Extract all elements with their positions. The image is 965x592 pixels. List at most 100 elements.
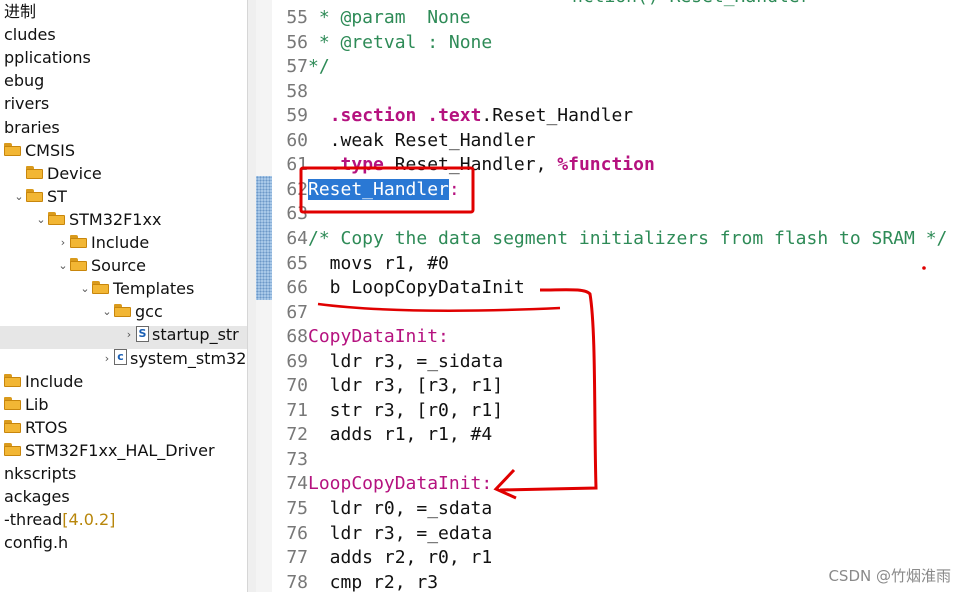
code-text: .section .text.Reset_Handler [329, 105, 634, 127]
code-line: 61 .type Reset_Handler, %function [272, 153, 655, 178]
tree-item-label: rivers [4, 94, 50, 114]
tree-item-label: STM32F1xx_HAL_Driver [25, 440, 215, 460]
code-line: 59 .section .text.Reset_Handler [272, 104, 633, 129]
change-marker [256, 176, 272, 300]
c-file-icon: c [114, 349, 127, 365]
tree-item-label: ackages [4, 487, 70, 507]
tree-item-label: RTOS [25, 417, 68, 437]
chevron-down-icon[interactable]: ⌄ [12, 185, 26, 208]
code-text: * @retval : None [308, 31, 493, 53]
code-text: ldr r3, [r3, r1] [308, 375, 504, 397]
tree-item-label: ebug [4, 71, 45, 91]
tree-item[interactable]: 进制 [0, 0, 36, 23]
line-number: 55 [286, 7, 308, 28]
line-number: 75 [286, 498, 308, 519]
code-text: ldr r0, =_sdata [308, 498, 493, 519]
folder-icon [4, 419, 22, 433]
tree-item[interactable]: ebug [0, 69, 44, 92]
tree-item[interactable]: nkscripts [0, 462, 76, 485]
code-text: */ [308, 56, 330, 78]
line-number: 64 [286, 227, 308, 249]
code-text: LoopCopyDataInit: [308, 473, 493, 495]
tree-item[interactable]: -thread[4.0.2] [0, 508, 115, 531]
watermark: CSDN @竹烟淮雨 [828, 567, 951, 585]
code-line: 77 adds r2, r0, r1 [272, 546, 492, 571]
tree-item[interactable]: › Include [56, 231, 149, 254]
line-number: 71 [286, 399, 308, 421]
code-text: adds r2, r0, r1 [308, 547, 493, 569]
tree-item[interactable]: ⌄ ST [12, 185, 67, 208]
tree-item[interactable]: rivers [0, 92, 49, 115]
line-number: 74 [286, 473, 308, 495]
tree-item[interactable]: Include [0, 370, 83, 393]
tree-item[interactable]: pplications [0, 46, 91, 69]
chevron-right-icon[interactable]: › [56, 231, 70, 254]
tree-item[interactable]: › Sstartup_str [122, 323, 239, 346]
tree-item-label: 进制 [4, 2, 37, 21]
code-text: ldr r3, =_edata [308, 522, 493, 544]
chevron-right-icon[interactable]: › [122, 323, 136, 346]
tree-item[interactable]: cludes [0, 23, 56, 46]
code-text: CopyDataInit: [308, 326, 449, 348]
tree-item[interactable]: ⌄ Source [56, 254, 146, 277]
tree-item-label: Templates [113, 279, 195, 299]
tree-item[interactable]: CMSIS [0, 139, 75, 162]
tree-item[interactable]: STM32F1xx_HAL_Driver [0, 439, 215, 462]
tree-item-label: Source [91, 256, 146, 276]
version-badge: [4.0.2] [62, 510, 116, 530]
line-number: 73 [286, 448, 308, 470]
chevron-down-icon[interactable]: ⌄ [56, 254, 70, 277]
tree-item[interactable]: ackages [0, 485, 70, 508]
tree-item-label: pplications [4, 48, 91, 68]
code-line: 56 * @retval : None [272, 31, 492, 56]
code-text: .weak Reset_Handler [308, 129, 536, 151]
code-text: ldr r3, =_sidata [308, 350, 504, 372]
tree-item[interactable]: Lib [0, 393, 49, 416]
code-line: 78 cmp r2, r3 [272, 571, 438, 592]
folder-icon [26, 165, 44, 179]
line-number: 61 [286, 154, 308, 176]
code-line: 73 [272, 448, 308, 473]
code-text: movs r1, #0 [308, 252, 449, 274]
panel-splitter[interactable] [247, 0, 256, 592]
tree-item-label: startup_str [152, 325, 239, 345]
code-line: 63 [272, 202, 308, 227]
chevron-down-icon[interactable]: ⌄ [78, 277, 92, 300]
tree-item[interactable]: config.h [0, 531, 68, 554]
tree-item[interactable]: ⌄ STM32F1xx [34, 208, 161, 231]
tree-item[interactable]: ⌄ Templates [78, 277, 194, 300]
code-line: 66 b LoopCopyDataInit [272, 276, 524, 301]
folder-icon [92, 281, 110, 295]
line-number: 56 [286, 31, 308, 53]
tree-item-label: Device [47, 163, 102, 183]
project-explorer: 进制 cludes pplications ebug rivers braries CMSI… [0, 0, 247, 592]
code-line: 71 str r3, [r0, r1] [272, 399, 503, 424]
tree-item-label: Include [25, 371, 84, 391]
code-text: Reset_Handler: [308, 178, 460, 200]
line-number: 62 [286, 178, 308, 200]
code-line: 72 adds r1, r1, #4 [272, 423, 492, 448]
folder-icon [114, 304, 132, 318]
code-editor[interactable]: nction() Reset_Handler55 * @param None56… [272, 0, 965, 592]
tree-item[interactable]: ⌄ gcc [100, 300, 163, 323]
chevron-right-icon[interactable]: › [100, 347, 114, 370]
code-line: 64/* Copy the data segment initializers … [272, 227, 947, 252]
tree-item[interactable]: › c system_stm32 [100, 347, 247, 370]
folder-icon [70, 235, 88, 248]
folder-icon [48, 211, 66, 225]
tree-item-label: cludes [4, 25, 56, 45]
folder-icon [4, 442, 22, 456]
code-line: 69 ldr r3, =_sidata [272, 350, 503, 375]
code-line: 67 [272, 301, 308, 326]
line-number: 60 [286, 129, 308, 151]
code-line: 58 [272, 80, 308, 105]
tree-item-label: gcc [135, 302, 163, 322]
tree-item[interactable]: Device [12, 162, 102, 185]
line-number: 70 [286, 375, 308, 397]
line-number: 58 [286, 80, 308, 102]
tree-item[interactable]: braries [0, 116, 60, 139]
tree-item[interactable]: RTOS [0, 416, 67, 439]
chevron-down-icon[interactable]: ⌄ [34, 208, 48, 231]
chevron-down-icon[interactable]: ⌄ [100, 300, 114, 323]
tree-item-label: CMSIS [25, 140, 76, 160]
